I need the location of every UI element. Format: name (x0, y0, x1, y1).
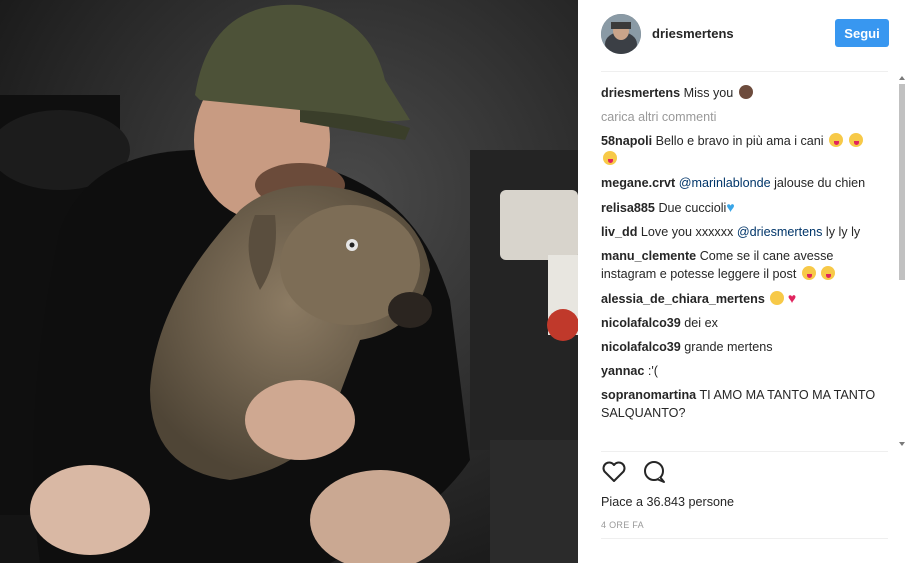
speech-bubble-icon[interactable] (641, 460, 667, 484)
scroll-thumb[interactable] (899, 84, 905, 280)
scroll-up-arrow-icon[interactable] (899, 76, 905, 80)
comment-username[interactable]: sopranomartina (601, 388, 696, 402)
tongue-emoji-icon (829, 133, 844, 147)
comment-item: manu_clemente Come se il cane avesse ins… (601, 247, 876, 283)
comment-text: :'( (647, 364, 659, 378)
comment-username[interactable]: liv_dd (601, 225, 637, 239)
comment-text: Due cuccioli (658, 201, 727, 215)
comment-text: dei ex (684, 316, 718, 330)
post-actions (601, 460, 701, 486)
comment-item: sopranomartina TI AMO MA TANTO MA TANTO … (601, 386, 876, 422)
post-header: driesmertens Segui (578, 0, 889, 70)
likes-count[interactable]: Piace a 36.843 persone (601, 495, 734, 509)
comment-item: megane.crvt @marinlablonde jalouse du ch… (601, 174, 876, 192)
comment-item: nicolafalco39 grande mertens (601, 338, 876, 356)
comment-box-divider (601, 538, 888, 539)
tongue-emoji-icon (603, 151, 617, 165)
scroll-down-arrow-icon[interactable] (899, 442, 905, 446)
heart-eyes-emoji-icon (770, 291, 785, 305)
actions-divider (601, 451, 888, 452)
comment-username[interactable]: yannac (601, 364, 644, 378)
comment-username[interactable]: manu_clemente (601, 249, 696, 263)
comment-item: alessia_de_chiara_mertens ♥ (601, 289, 876, 308)
dog-emoji-icon (738, 85, 753, 99)
comment-item: 58napoli Bello e bravo in più ama i cani (601, 132, 876, 168)
comment-item: nicolafalco39 dei ex (601, 314, 876, 332)
photo-illustration (0, 0, 578, 563)
avatar[interactable] (601, 14, 641, 54)
heart-outline-icon[interactable] (601, 460, 627, 484)
author-username[interactable]: driesmertens (652, 26, 734, 41)
load-more-comments-link[interactable]: carica altri commenti (601, 108, 876, 126)
comment-mention[interactable]: @driesmertens (737, 225, 823, 239)
post-photo[interactable] (0, 0, 578, 563)
post-sidebar: driesmertens Segui driesmertens Miss you… (578, 0, 908, 563)
comments-list: driesmertens Miss you carica altri comme… (601, 84, 876, 450)
comment-item: relisa885 Due cuccioli♥ (601, 198, 876, 217)
comments-scrollbar[interactable] (896, 74, 908, 450)
comment-text: grande mertens (684, 340, 773, 354)
comment-username[interactable]: nicolafalco39 (601, 316, 681, 330)
post-timestamp[interactable]: 4 ORE FA (601, 520, 644, 530)
comment-text-after: ly ly ly (825, 225, 861, 239)
tongue-emoji-icon (848, 133, 863, 147)
comment-text: Love you xxxxxx (640, 225, 734, 239)
tongue-emoji-icon (801, 266, 816, 280)
comment-username[interactable]: driesmertens (601, 86, 680, 100)
caption-text: Miss you (683, 86, 734, 100)
comment-item: liv_dd Love you xxxxxx @driesmertens ly … (601, 223, 876, 241)
header-divider (601, 71, 888, 72)
avatar-image (601, 14, 641, 54)
comment-username[interactable]: nicolafalco39 (601, 340, 681, 354)
blue-heart-emoji-icon: ♥ (726, 199, 735, 215)
comment-mention[interactable]: @marinlablonde (679, 176, 771, 190)
comment-item: yannac :'( (601, 362, 876, 380)
caption: driesmertens Miss you (601, 84, 876, 102)
comment-text: jalouse du chien (774, 176, 866, 190)
comment-username[interactable]: alessia_de_chiara_mertens (601, 292, 765, 306)
red-heart-emoji-icon: ♥ (787, 290, 797, 306)
comment-username[interactable]: megane.crvt (601, 176, 675, 190)
tongue-emoji-icon (821, 266, 836, 280)
comment-text: Bello e bravo in più ama i cani (655, 134, 824, 148)
comment-username[interactable]: 58napoli (601, 134, 652, 148)
follow-button[interactable]: Segui (835, 19, 889, 47)
comment-username[interactable]: relisa885 (601, 201, 655, 215)
